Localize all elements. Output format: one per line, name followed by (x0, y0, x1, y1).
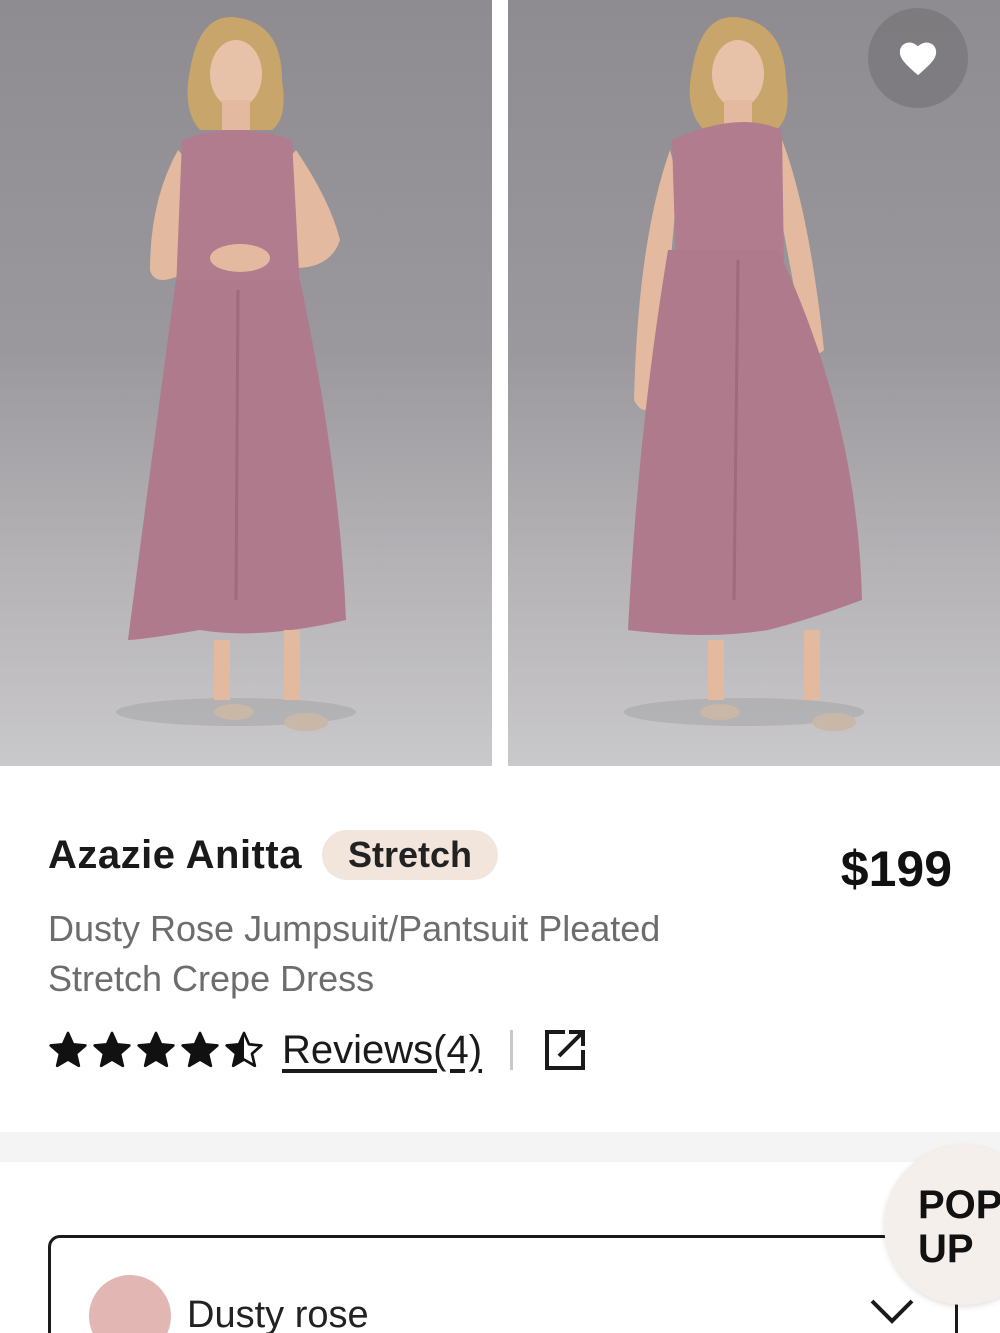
share-icon[interactable] (543, 1028, 587, 1072)
product-description: Dusty Rose Jumpsuit/Pantsuit Pleated Str… (48, 908, 661, 999)
chevron-down-icon (870, 1299, 914, 1324)
title-row: Azazie Anitta Stretch (48, 830, 958, 880)
rating-row: Reviews(4) (48, 1020, 958, 1080)
product-info: Azazie Anitta Stretch $199 Dusty Rose Ju… (48, 830, 958, 1080)
model-photo-pose (624, 17, 864, 731)
star-rating (48, 1030, 264, 1070)
product-image-gallery[interactable] (0, 0, 1000, 766)
product-brand-name: Azazie Anitta (48, 832, 302, 877)
heart-icon (899, 42, 937, 76)
model-photo-front (116, 17, 356, 731)
favorite-button[interactable] (868, 8, 968, 108)
star-icon (49, 1031, 87, 1068)
reviews-link[interactable]: Reviews(4) (282, 1028, 482, 1073)
pop-up-label: POP UP (918, 1183, 1000, 1271)
product-price: $199 (840, 841, 952, 897)
color-select[interactable]: Dusty rose (48, 1235, 958, 1333)
stretch-badge: Stretch (321, 830, 498, 880)
star-icon (181, 1031, 219, 1068)
section-separator (0, 1132, 1000, 1162)
star-icon (137, 1031, 175, 1068)
divider (510, 1030, 514, 1070)
selected-color-label: Dusty rose (187, 1294, 369, 1333)
star-icon (93, 1031, 131, 1068)
product-image-2[interactable] (508, 0, 1000, 766)
product-image-1[interactable] (0, 0, 492, 766)
color-swatch (89, 1275, 171, 1333)
star-icon (225, 1031, 263, 1068)
